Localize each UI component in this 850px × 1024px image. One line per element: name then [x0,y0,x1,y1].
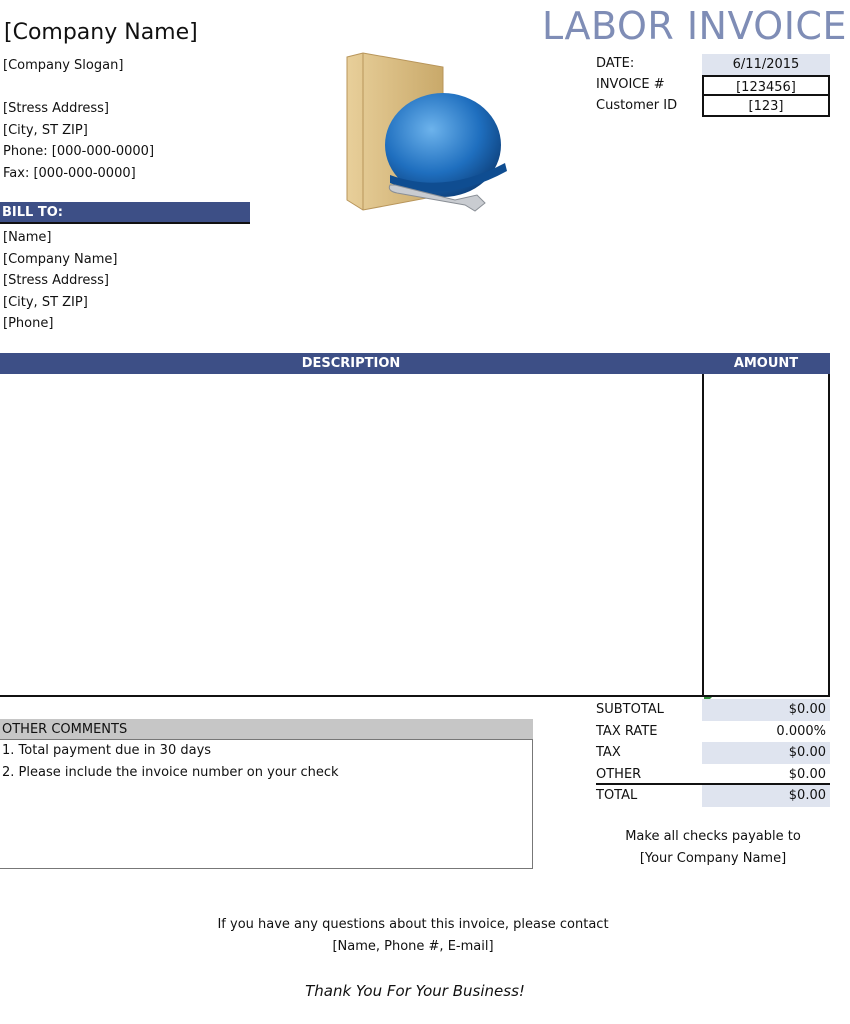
folder-hardhat-wrench-icon [335,45,515,225]
tax-label: TAX [596,745,621,760]
subtotal-value: $0.00 [702,699,830,721]
tax-rate-row: TAX RATE 0.000% [596,721,830,743]
customer-id-value[interactable]: [123] [702,96,830,117]
line-items-header: DESCRIPTION AMOUNT [0,353,830,374]
tax-value: $0.00 [702,742,830,764]
amount-area[interactable] [702,374,830,697]
bill-to-name[interactable]: [Name] [3,227,117,249]
company-address: [Stress Address] [3,101,109,116]
tax-rate-label: TAX RATE [596,723,658,739]
bill-to-phone[interactable]: [Phone] [3,313,117,335]
invoice-number-label: INVOICE # [596,77,665,92]
amount-column-header: AMOUNT [733,356,799,371]
subtotal-row: SUBTOTAL $0.00 [596,699,830,721]
date-value[interactable]: 6/11/2015 [702,54,830,75]
tax-rate-value[interactable]: 0.000% [702,721,830,743]
payable-company: [Your Company Name] [639,850,787,866]
bill-to-company[interactable]: [Company Name] [3,249,117,271]
bill-to-header: BILL TO: [0,202,250,224]
company-phone: Phone: [000-000-0000] [3,144,155,159]
other-row: OTHER $0.00 [596,764,830,786]
footer-contact-info: [Name, Phone #, E-mail] [332,938,494,954]
bill-to-city[interactable]: [City, ST ZIP] [3,292,117,314]
company-info: [Company Slogan] [Stress Address] [City,… [3,55,154,184]
footer-contact: If you have any questions about this inv… [0,914,826,957]
company-fax: Fax: [000-000-0000] [3,165,136,181]
comments-box[interactable]: 1. Total payment due in 30 days 2. Pleas… [0,739,533,869]
date-label: DATE: [596,56,635,71]
customer-id-label: Customer ID [596,98,678,113]
company-city: [City, ST ZIP] [3,122,88,138]
tax-row: TAX $0.00 [596,742,830,764]
bill-to-address[interactable]: [Stress Address] [3,270,117,292]
thank-you-message: Thank You For Your Business! [305,982,525,1000]
comment-line: 1. Total payment due in 30 days [2,743,212,758]
subtotal-label: SUBTOTAL [596,702,664,717]
invoice-title: LABOR INVOICE [542,4,847,48]
total-label: TOTAL [596,788,638,803]
company-slogan: [Company Slogan] [3,58,124,73]
comment-line: 2. Please include the invoice number on … [2,764,339,780]
other-label: OTHER [596,766,642,782]
company-name: [Company Name] [4,20,198,45]
total-row: TOTAL $0.00 [596,785,830,807]
comments-header: OTHER COMMENTS [0,719,533,740]
description-column-header: DESCRIPTION [301,356,401,371]
totals-block: SUBTOTAL $0.00 TAX RATE 0.000% TAX $0.00… [596,699,830,807]
description-area[interactable] [0,374,702,695]
invoice-number-value[interactable]: [123456] [702,75,830,96]
total-value: $0.00 [702,785,830,807]
payable-note: Make all checks payable to [Your Company… [596,826,830,869]
other-value[interactable]: $0.00 [702,764,830,786]
payable-line: Make all checks payable to [625,829,801,844]
footer-line: If you have any questions about this inv… [217,917,609,932]
bill-to-block: [Name] [Company Name] [Stress Address] [… [3,227,117,335]
